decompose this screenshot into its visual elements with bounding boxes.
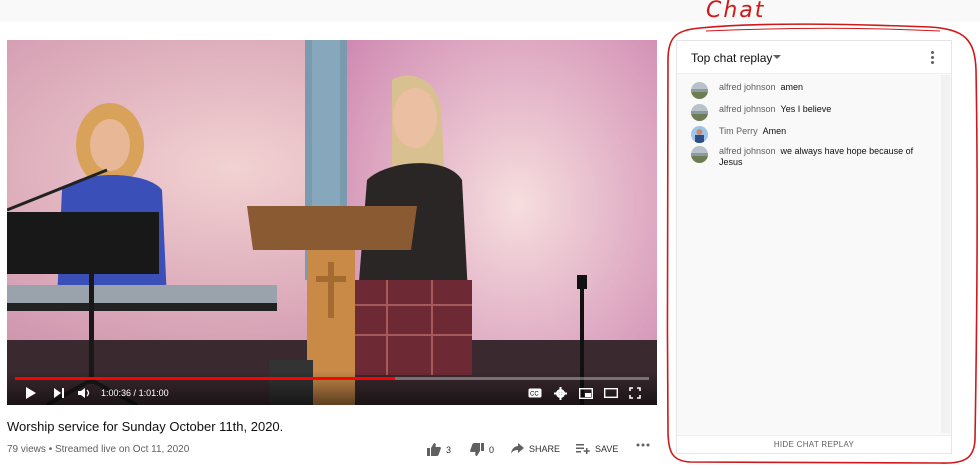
like-button[interactable]: 3 [427,443,451,456]
play-button[interactable] [25,385,37,401]
view-count: 79 views [7,444,46,455]
current-time: 1:00:36 [101,388,132,398]
miniplayer-button[interactable] [579,385,593,401]
progress-fill [15,377,396,380]
volume-button[interactable] [77,385,91,401]
save-label: SAVE [595,443,619,454]
chat-header: Top chat replay [677,41,951,74]
chat-text: Amen [762,126,787,136]
avatar [691,146,708,163]
gear-icon [554,386,567,400]
more-actions-button[interactable] [636,443,650,447]
dislike-button[interactable]: 0 [470,443,494,456]
svg-text:CC: CC [530,392,539,398]
dislike-count: 0 [489,444,495,455]
thumbs-up-icon [427,443,441,456]
avatar [691,82,708,99]
volume-icon [77,387,91,399]
chat-mode-dropdown[interactable]: Top chat replay [691,51,772,65]
progress-bar[interactable] [15,377,649,380]
settings-button[interactable] [554,385,567,401]
miniplayer-icon [579,387,593,399]
chat-author: Tim Perry [719,126,758,136]
video-title: Worship service for Sunday October 11th,… [7,419,284,434]
fullscreen-button[interactable] [629,385,641,401]
annotation-label: Chat [706,0,766,23]
chat-author: alfred johnson [719,82,776,92]
avatar [691,104,708,121]
video-frame [7,40,657,405]
save-button[interactable]: SAVE [576,443,618,454]
thumbs-down-icon [470,443,484,456]
chat-panel: Top chat replay alfred johnson amen alfre… [676,40,952,454]
like-count: 3 [446,444,452,455]
avatar [691,126,708,143]
skip-next-icon [53,387,65,399]
duration: 1:01:00 [138,388,169,398]
next-button[interactable] [53,385,65,401]
theater-mode-button[interactable] [604,385,618,401]
play-icon [25,386,37,400]
chat-menu-icon[interactable] [931,51,935,66]
share-icon [511,443,524,454]
share-button[interactable]: SHARE [511,443,560,454]
add-to-playlist-icon [576,443,590,454]
video-meta: 79 views • Streamed live on Oct 11, 2020 [7,444,189,455]
chat-author: alfred johnson [719,146,776,156]
chevron-down-icon[interactable] [773,55,781,59]
time-display: 1:00:36 / 1:01:00 [101,385,169,401]
chat-author: alfred johnson [719,104,776,114]
top-bar [0,0,980,22]
captions-button[interactable]: CC [528,385,542,401]
more-horizontal-icon [636,443,650,447]
chat-text: amen [780,82,804,92]
theater-icon [604,388,618,398]
fullscreen-icon [629,387,641,399]
stream-date: Streamed live on Oct 11, 2020 [54,444,190,455]
chat-scrollbar[interactable] [941,75,950,433]
chat-text: Yes I believe [780,104,832,114]
video-player[interactable]: 1:00:36 / 1:01:00 CC [7,40,657,405]
hide-chat-replay-button[interactable]: HIDE CHAT REPLAY [677,435,951,453]
captions-icon: CC [528,388,542,398]
time-separator: / [133,388,137,398]
share-label: SHARE [529,443,561,454]
